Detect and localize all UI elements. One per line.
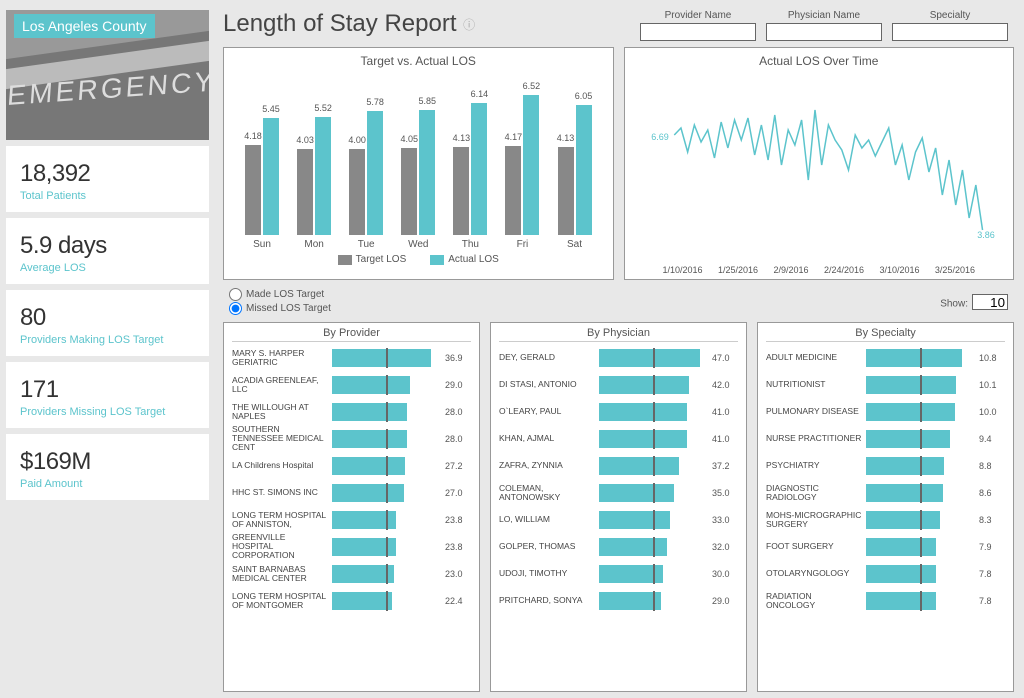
kpi-value: 171 [20,376,195,404]
target-radios: Made LOS Target Missed LOS Target [229,288,331,316]
hbar-row[interactable]: UDOJI, TIMOTHY 30.0 [499,560,738,587]
filter-input[interactable] [640,23,756,41]
target-bar[interactable]: 4.00 [349,149,365,235]
target-actual-chart: Target vs. Actual LOS 4.18 5.45 Sun 4.03… [223,47,614,280]
target-bar[interactable]: 4.13 [453,147,469,236]
info-icon[interactable]: ⓘ [463,18,475,32]
location-label: Los Angeles County [14,14,155,38]
kpi-label: Total Patients [20,190,195,202]
line-start-label: 6.69 [651,132,669,142]
by-provider-chart: By Provider MARY S. HARPER GERIATRIC 36.… [223,322,480,692]
kpi-value: 5.9 days [20,232,195,260]
page-title: Length of Stay Report ⓘ [223,10,632,38]
hbar-row[interactable]: ADULT MEDICINE 10.8 [766,344,1005,371]
show-input[interactable] [972,294,1008,310]
actual-bar[interactable]: 5.85 [419,110,435,235]
actual-bar[interactable]: 5.45 [263,118,279,235]
hbar-row[interactable]: KHAN, AJMAL 41.0 [499,425,738,452]
hbar-row[interactable]: LA Childrens Hospital 27.2 [232,452,471,479]
kpi-label: Providers Missing LOS Target [20,406,195,418]
actual-bar[interactable]: 6.05 [576,105,592,235]
hbar-row[interactable]: ACADIA GREENLEAF, LLC 29.0 [232,371,471,398]
filter-field: Physician Name [766,10,882,41]
actual-bar[interactable]: 6.14 [471,103,487,235]
hbar-row[interactable]: ZAFRA, ZYNNIA 37.2 [499,452,738,479]
hbar-row[interactable]: NURSE PRACTITIONER 9.4 [766,425,1005,452]
los-over-time-chart: Actual LOS Over Time 6.69 3.86 1/10/2016… [624,47,1015,280]
hbar-row[interactable]: MOHS-MICROGRAPHIC SURGERY 8.3 [766,506,1005,533]
filter-input[interactable] [892,23,1008,41]
hbar-row[interactable]: PULMONARY DISEASE 10.0 [766,398,1005,425]
hbar-row[interactable]: THE WILLOUGH AT NAPLES 28.0 [232,398,471,425]
hbar-row[interactable]: LONG TERM HOSPITAL OF MONTGOMER 22.4 [232,587,471,614]
hbar-row[interactable]: SAINT BARNABAS MEDICAL CENTER 23.0 [232,560,471,587]
kpi-card: 171 Providers Missing LOS Target [6,362,209,428]
kpi-value: $169M [20,448,195,476]
actual-bar[interactable]: 5.52 [315,117,331,235]
hbar-row[interactable]: GOLPER, THOMAS 32.0 [499,533,738,560]
by-specialty-chart: By Specialty ADULT MEDICINE 10.8NUTRITIO… [757,322,1014,692]
filter-input[interactable] [766,23,882,41]
main-area: Length of Stay Report ⓘ Provider Name Phy… [215,0,1024,698]
kpi-card: 5.9 days Average LOS [6,218,209,284]
actual-bar[interactable]: 6.52 [523,95,539,235]
target-bar[interactable]: 4.17 [505,146,521,235]
kpi-card: $169M Paid Amount [6,434,209,500]
hbar-row[interactable]: MARY S. HARPER GERIATRIC 36.9 [232,344,471,371]
hbar-row[interactable]: RADIATION ONCOLOGY 7.8 [766,587,1005,614]
kpi-label: Average LOS [20,262,195,274]
hbar-row[interactable]: NUTRITIONIST 10.1 [766,371,1005,398]
line-end-label: 3.86 [977,230,995,240]
legend-actual[interactable]: Actual LOS [430,254,499,265]
kpi-card: 18,392 Total Patients [6,146,209,212]
radio-missed[interactable]: Missed LOS Target [229,302,331,315]
actual-bar[interactable]: 5.78 [367,111,383,235]
sidebar: EMERGENCY Los Angeles County 18,392 Total… [0,0,215,698]
legend-target[interactable]: Target LOS [338,254,407,265]
hbar-row[interactable]: COLEMAN, ANTONOWSKY 35.0 [499,479,738,506]
kpi-label: Providers Making LOS Target [20,334,195,346]
show-control: Show: [940,294,1008,310]
hbar-row[interactable]: GREENVILLE HOSPITAL CORPORATION 23.8 [232,533,471,560]
hbar-row[interactable]: DEY, GERALD 47.0 [499,344,738,371]
hbar-row[interactable]: DI STASI, ANTONIO 42.0 [499,371,738,398]
target-bar[interactable]: 4.13 [558,147,574,236]
target-bar[interactable]: 4.05 [401,148,417,235]
hbar-row[interactable]: O`LEARY, PAUL 41.0 [499,398,738,425]
kpi-value: 18,392 [20,160,195,188]
target-bar[interactable]: 4.18 [245,145,261,235]
hbar-row[interactable]: OTOLARYNGOLOGY 7.8 [766,560,1005,587]
hero-image: EMERGENCY Los Angeles County [6,10,209,140]
hbar-row[interactable]: DIAGNOSTIC RADIOLOGY 8.6 [766,479,1005,506]
filter-field: Provider Name [640,10,756,41]
hbar-row[interactable]: LO, WILLIAM 33.0 [499,506,738,533]
kpi-label: Paid Amount [20,478,195,490]
radio-made[interactable]: Made LOS Target [229,288,331,301]
hbar-row[interactable]: LONG TERM HOSPITAL OF ANNISTON, 23.8 [232,506,471,533]
hbar-row[interactable]: SOUTHERN TENNESSEE MEDICAL CENT 28.0 [232,425,471,452]
hbar-row[interactable]: FOOT SURGERY 7.9 [766,533,1005,560]
hbar-row[interactable]: PSYCHIATRY 8.8 [766,452,1005,479]
filter-field: Specialty [892,10,1008,41]
by-physician-chart: By Physician DEY, GERALD 47.0DI STASI, A… [490,322,747,692]
kpi-value: 80 [20,304,195,332]
hbar-row[interactable]: HHC ST. SIMONS INC 27.0 [232,479,471,506]
kpi-card: 80 Providers Making LOS Target [6,290,209,356]
hbar-row[interactable]: PRITCHARD, SONYA 29.0 [499,587,738,614]
target-bar[interactable]: 4.03 [297,149,313,235]
